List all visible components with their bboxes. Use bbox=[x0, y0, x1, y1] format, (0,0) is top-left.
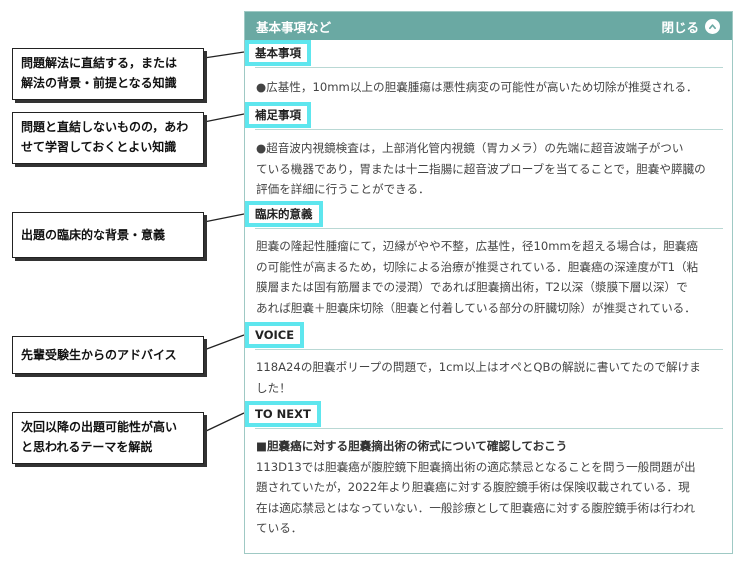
chevron-up-icon bbox=[705, 18, 720, 34]
text-line: した！ bbox=[256, 380, 291, 395]
section-label-supplement: 補足事項 bbox=[245, 102, 311, 128]
callout-line: 問題と直結しないものの，あわ bbox=[21, 120, 189, 134]
text-line: ●広基性，10mm以上の胆嚢腫瘍は悪性病変の可能性が高いため切除が推奨される． bbox=[256, 80, 698, 94]
section-rule bbox=[255, 228, 723, 229]
text-line: の可能性が高まるため，切除による治療が推奨されている．胆嚢癌の深達度がT1（粘 bbox=[256, 259, 699, 274]
callout-line: と思われるテーマを解説 bbox=[21, 440, 153, 454]
callout-clinical: 出題の臨床的な背景・意義 bbox=[12, 212, 204, 258]
section-rule bbox=[255, 428, 723, 429]
section-body-tonext: ■胆嚢癌に対する胆嚢摘出術の術式について確認しておこう 113D13では胆嚢癌が… bbox=[256, 436, 722, 539]
section-body-clinical: 胆嚢の隆起性腫瘤にて，辺縁がやや不整，広基性，径10mmを超える場合は，胆嚢癌 … bbox=[256, 236, 722, 318]
close-button[interactable]: 閉じる bbox=[661, 17, 720, 36]
callout-line: 出題の臨床的な背景・意義 bbox=[21, 228, 166, 242]
section-label-voice: VOICE bbox=[245, 322, 305, 348]
callout-basic: 問題解法に直結する，または 解法の背景・前提となる知識 bbox=[12, 48, 204, 100]
text-line: 在は適応禁忌とはなっていない．一般診療として胆嚢癌に対する腹腔鏡手術は行われ bbox=[256, 500, 696, 515]
text-line: 評価を詳細に行うことができる． bbox=[256, 182, 430, 197]
text-line: 胆嚢の隆起性腫瘤にて，辺縁がやや不整，広基性，径10mmを超える場合は，胆嚢癌 bbox=[256, 239, 698, 253]
text-line: あれば胆嚢＋胆嚢床切除（胆嚢と付着している部分の肝臓切除）が推奨されている． bbox=[256, 300, 696, 315]
callout-line: 次回以降の出題可能性が高い bbox=[21, 420, 178, 434]
section-rule bbox=[255, 349, 723, 350]
callout-line: 先輩受験生からのアドバイス bbox=[21, 348, 177, 362]
callout-line: せて学習しておくとよい知識 bbox=[21, 140, 177, 154]
text-line: 118A24の胆嚢ポリープの問題で，1cm以上はオペとQBの解説に書いてたので解… bbox=[256, 360, 701, 374]
section-rule bbox=[255, 67, 723, 68]
section-label-clinical: 臨床的意義 bbox=[245, 201, 323, 227]
section-body-supplement: ●超音波内視鏡検査は，上部消化管内視鏡（胃カメラ）の先端に超音波端子がつい てい… bbox=[256, 138, 722, 200]
section-rule bbox=[255, 129, 723, 130]
text-line: 113D13では胆嚢癌が腹腔鏡下胆嚢摘出術の適応禁忌となることを問う一般問題が出 bbox=[256, 459, 696, 474]
callout-tonext: 次回以降の出題可能性が高い と思われるテーマを解説 bbox=[12, 412, 204, 464]
section-body-basic: ●広基性，10mm以上の胆嚢腫瘍は悪性病変の可能性が高いため切除が推奨される． bbox=[256, 77, 722, 98]
tonext-headline: ■胆嚢癌に対する胆嚢摘出術の術式について確認しておこう bbox=[256, 439, 568, 453]
section-label-basic: 基本事項 bbox=[245, 40, 311, 66]
section-label-tonext: TO NEXT bbox=[245, 401, 321, 427]
section-body-voice: 118A24の胆嚢ポリープの問題で，1cm以上はオペとQBの解説に書いてたので解… bbox=[256, 357, 722, 398]
callout-voice: 先輩受験生からのアドバイス bbox=[12, 336, 204, 374]
callout-line: 問題解法に直結する，または bbox=[21, 56, 178, 70]
callout-supplement: 問題と直結しないものの，あわ せて学習しておくとよい知識 bbox=[12, 112, 204, 164]
close-label: 閉じる bbox=[661, 19, 699, 35]
callout-line: 解法の背景・前提となる知識 bbox=[21, 76, 177, 90]
text-line: ●超音波内視鏡検査は，上部消化管内視鏡（胃カメラ）の先端に超音波端子がつい bbox=[256, 141, 684, 155]
text-line: 題されていたが，2022年より胆嚢癌に対する腹腔鏡手術は保険収載されている．現 bbox=[256, 480, 690, 495]
text-line: ている． bbox=[256, 521, 303, 536]
text-line: 膜層または固有筋層までの浸潤）であれば胆嚢摘出術，T2以深（漿膜下層以深）で bbox=[256, 280, 688, 295]
panel-title: 基本事項など bbox=[256, 19, 332, 35]
panel-header: 基本事項など 閉じる bbox=[245, 12, 732, 40]
text-line: ている機器であり，胃または十二指腸に超音波プローブを当てることで，胆嚢や膵臓の bbox=[256, 161, 706, 176]
